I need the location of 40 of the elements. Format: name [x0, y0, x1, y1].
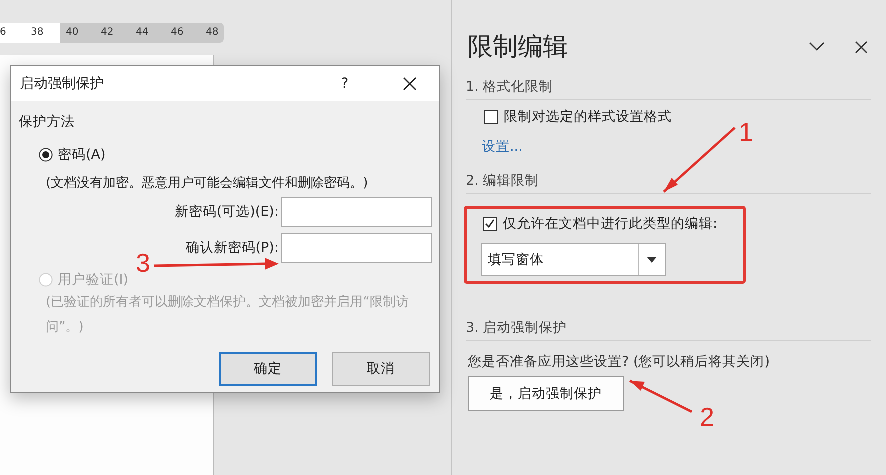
field-label: 确认新密码(P): [186, 239, 279, 257]
password-field[interactable] [281, 197, 432, 227]
section-heading: 3. 启动强制保护 [466, 318, 871, 341]
chevron-down-icon[interactable] [809, 42, 825, 52]
ruler-number: 6 [0, 26, 8, 40]
close-icon[interactable] [855, 40, 868, 54]
editing-type-dropdown[interactable]: 填写窗体 [481, 243, 666, 276]
section-label: 保护方法 [19, 113, 76, 132]
dialog-title: 启动强制保护 [20, 74, 105, 92]
ok-button[interactable]: 确定 [219, 352, 317, 386]
cancel-button[interactable]: 取消 [332, 352, 430, 386]
dropdown-arrow-icon [647, 256, 657, 262]
close-icon[interactable] [403, 76, 417, 90]
annotation-number: 1 [739, 118, 754, 146]
ruler-number: 38 [30, 26, 45, 40]
radio-label: 密码(A) [58, 146, 106, 165]
password-field[interactable] [281, 233, 432, 263]
checkbox[interactable] [483, 217, 497, 231]
ruler-number: 46 [170, 26, 185, 40]
prompt-text: 您是否准备应用这些设置? (您可以稍后将其关闭) [468, 353, 771, 372]
annotation-number: 3 [136, 249, 150, 277]
checkbox-label: 限制对选定的样式设置格式 [504, 108, 672, 127]
annotation-number: 2 [700, 403, 714, 431]
help-button[interactable]: ? [335, 76, 355, 92]
checkbox-label: 仅允许在文档中进行此类型的编辑: [503, 215, 718, 234]
ruler-number: 48 [205, 26, 220, 40]
ruler-number: 40 [65, 26, 80, 40]
ruler-number: 44 [135, 26, 150, 40]
option-description: (已验证的所有者可以删除文档保护。文档被加密并启用“限制访问”。) [45, 294, 410, 337]
field-label: 新密码(可选)(E): [174, 203, 279, 221]
radio-button[interactable] [39, 148, 53, 162]
checkbox[interactable] [484, 110, 498, 124]
section-heading: 1. 格式化限制 [466, 77, 871, 100]
annotation-arrow [629, 380, 693, 414]
settings-link[interactable]: 设置... [482, 137, 523, 157]
start-protection-button[interactable]: 是，启动强制保护 [468, 376, 624, 411]
option-description: (文档没有加密。恶意用户可能会编辑文件和删除密码。) [45, 175, 370, 193]
pane-title: 限制编辑 [468, 31, 569, 63]
radio-label: 用户验证(I) [58, 271, 129, 290]
ruler-number: 42 [100, 26, 115, 40]
